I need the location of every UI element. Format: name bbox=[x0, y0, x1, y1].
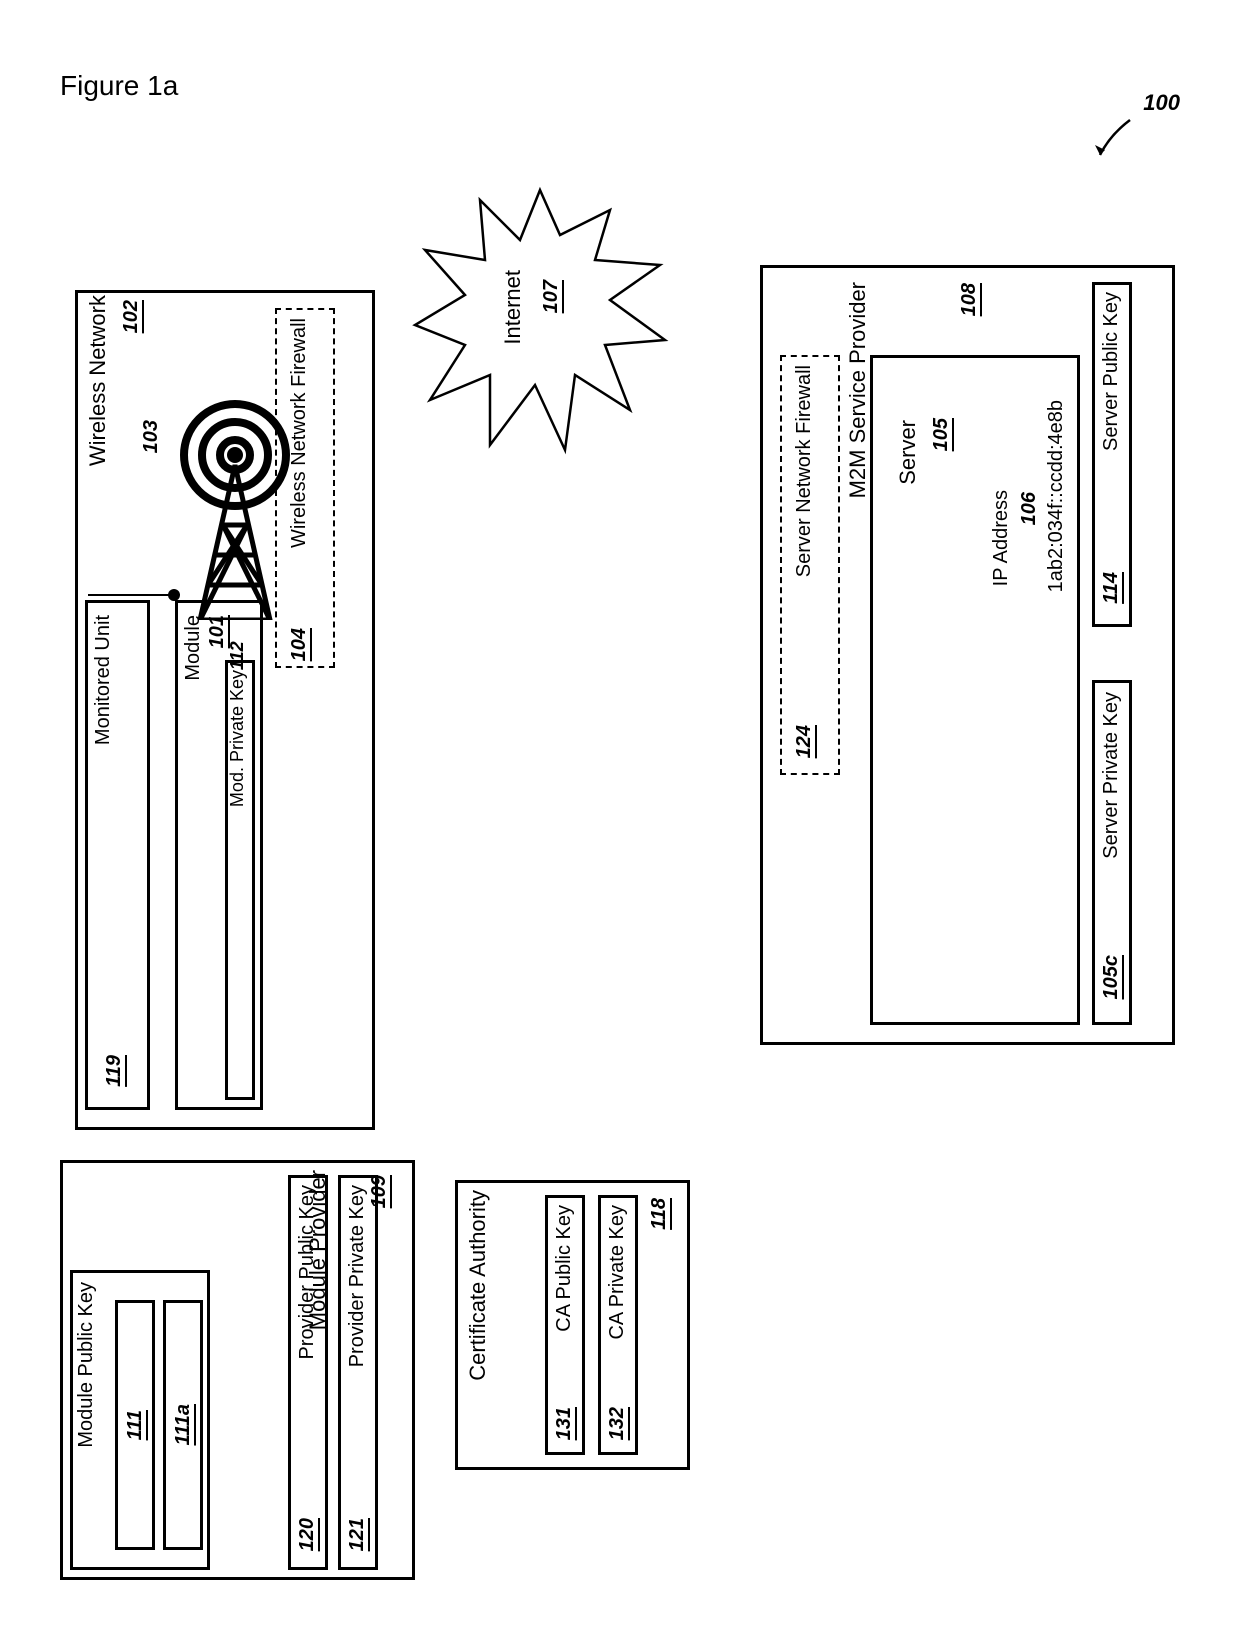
mpk-111a: 111a bbox=[163, 1300, 203, 1550]
monitored-unit-label: Monitored Unit bbox=[92, 615, 142, 745]
ref-119: 119 bbox=[103, 1055, 126, 1087]
provider-private-key-label: Provider Private Key bbox=[346, 1185, 369, 1367]
ref-121: 121 bbox=[346, 1518, 369, 1551]
server-private-key-label: Server Private Key bbox=[1100, 692, 1123, 859]
internet-icon bbox=[410, 180, 670, 460]
ip-address-value: 1ab2:034f::ccdd:4e8b bbox=[1045, 400, 1068, 592]
ref-112: 112 bbox=[227, 641, 248, 670]
ref-104: 104 bbox=[288, 628, 311, 661]
ca-public-key-label: CA Public Key bbox=[553, 1205, 576, 1332]
connector-line bbox=[88, 594, 176, 596]
ref-103: 103 bbox=[140, 420, 163, 453]
ref-107: 107 bbox=[540, 280, 563, 313]
system-ref-label: 100 bbox=[1143, 90, 1180, 116]
server-public-key-label: Server Public Key bbox=[1100, 292, 1123, 451]
ref-105c: 105c bbox=[1100, 955, 1123, 1000]
ref-108: 108 bbox=[958, 283, 981, 316]
internet-label: Internet bbox=[500, 270, 526, 345]
ca-private-key-label: CA Private Key bbox=[606, 1205, 629, 1340]
ref-120: 120 bbox=[296, 1518, 319, 1551]
wn-firewall-label: Wireless Network Firewall bbox=[288, 318, 311, 548]
wireless-network-label: Wireless Network bbox=[85, 295, 111, 466]
ref-105: 105 bbox=[930, 418, 953, 451]
certificate-authority-label: Certificate Authority bbox=[465, 1190, 515, 1381]
ref-118: 118 bbox=[648, 1198, 671, 1230]
figure-title: Figure 1a bbox=[60, 70, 178, 102]
ip-address-label: IP Address bbox=[990, 490, 1013, 586]
ref-102: 102 bbox=[120, 300, 143, 333]
sn-firewall-label: Server Network Firewall bbox=[793, 365, 816, 577]
module-public-key-label: Module Public Key bbox=[75, 1282, 98, 1448]
arrow-icon bbox=[1090, 115, 1140, 165]
ref-111: 111 bbox=[124, 1410, 147, 1440]
ref-114: 114 bbox=[1100, 572, 1123, 604]
mpk-111: 111 bbox=[115, 1300, 155, 1550]
provider-public-key-label: Provider Public Key bbox=[296, 1185, 319, 1360]
module-label: Module bbox=[182, 615, 205, 681]
server-label: Server bbox=[895, 420, 921, 485]
ref-106: 106 bbox=[1018, 492, 1041, 525]
ref-124: 124 bbox=[793, 725, 816, 758]
ref-101: 101 bbox=[206, 615, 229, 648]
ref-131: 131 bbox=[553, 1407, 576, 1440]
ref-132: 132 bbox=[606, 1407, 629, 1440]
module-private-key-label: Mod. Private Key 112 bbox=[227, 670, 248, 807]
ref-111a: 111a bbox=[172, 1404, 195, 1446]
